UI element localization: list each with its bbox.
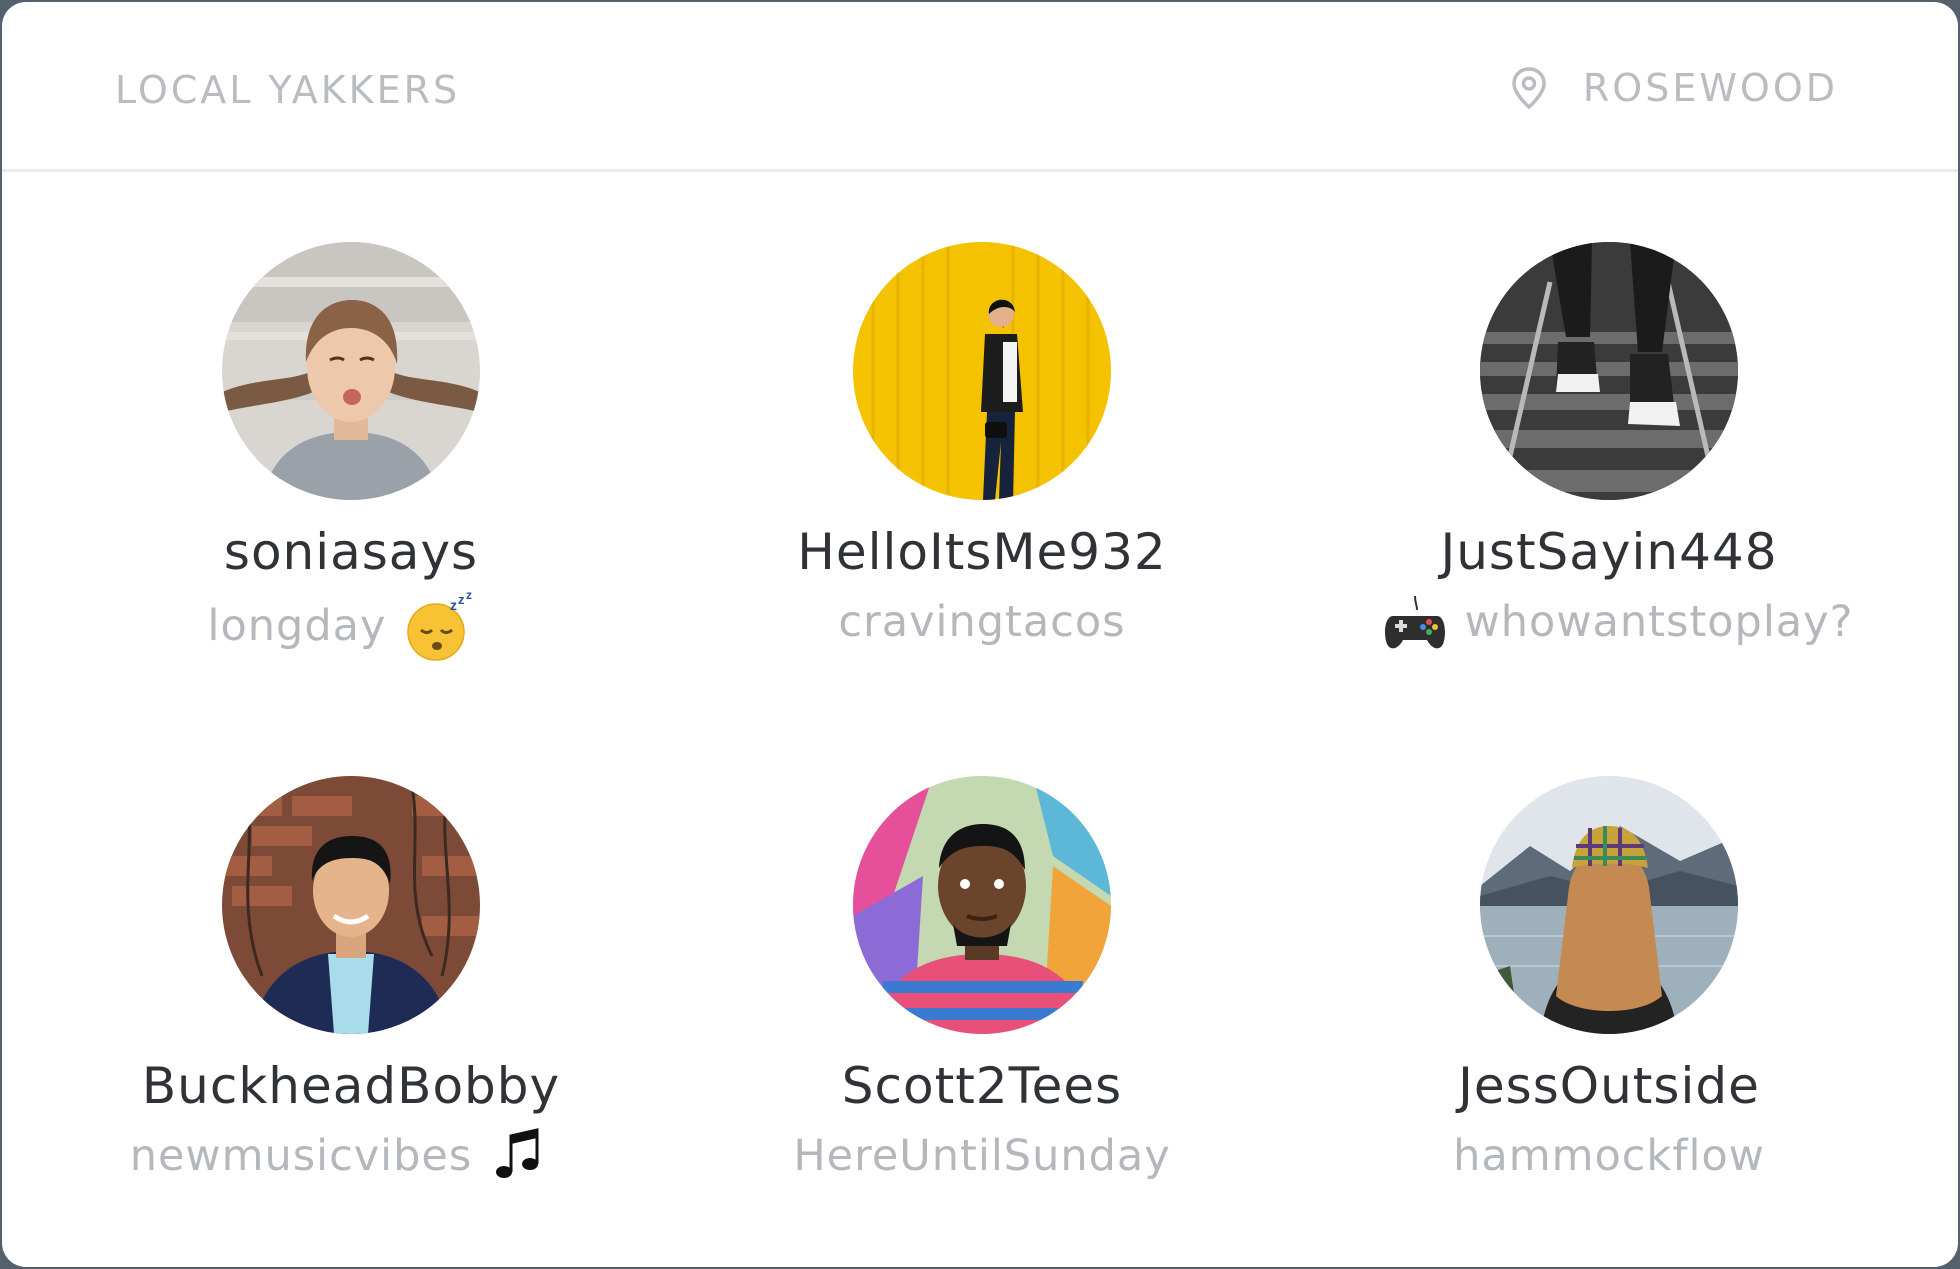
- username: soniasays: [223, 523, 479, 581]
- avatar: [222, 776, 480, 1034]
- status-text: longday: [207, 601, 387, 651]
- user-status: cravingtacos: [662, 590, 1302, 654]
- avatar: [1480, 242, 1738, 500]
- avatar: [853, 242, 1111, 500]
- user-status: longday z z z: [31, 590, 671, 662]
- svg-text:z: z: [458, 592, 466, 607]
- user-status: whowantstoplay?: [1289, 590, 1929, 654]
- username: JessOutside: [1458, 1057, 1760, 1115]
- avatar: [222, 242, 480, 500]
- user-status: newmusicvibes: [31, 1124, 671, 1188]
- avatar: [1480, 776, 1738, 1034]
- status-text: newmusicvibes: [129, 1131, 473, 1181]
- local-yakkers-card: LOCAL YAKKERS ROSEWOOD soniasays longday…: [2, 2, 1958, 1267]
- user-card[interactable]: BuckheadBobby newmusicvibes: [31, 776, 671, 1188]
- username: Scott2Tees: [841, 1057, 1123, 1115]
- svg-text:z: z: [466, 590, 473, 602]
- user-card[interactable]: JessOutside hammockflow: [1289, 776, 1929, 1188]
- avatar: [853, 776, 1111, 1034]
- game-controller-icon: [1384, 595, 1445, 649]
- user-card[interactable]: HelloItsMe932 cravingtacos: [662, 242, 1302, 654]
- status-text: whowantstoplay?: [1464, 597, 1854, 647]
- status-text: cravingtacos: [838, 597, 1126, 647]
- status-text: HereUntilSunday: [793, 1131, 1171, 1181]
- username: HelloItsMe932: [797, 523, 1167, 581]
- user-card[interactable]: JustSayin448 whowantstoplay?: [1289, 242, 1929, 654]
- user-card[interactable]: soniasays longday z z z: [31, 242, 671, 662]
- music-notes-icon: [496, 1128, 539, 1178]
- user-status: hammockflow: [1289, 1124, 1929, 1188]
- sleeping-face-icon: z z z: [407, 590, 473, 661]
- user-card[interactable]: Scott2Tees HereUntilSunday: [662, 776, 1302, 1188]
- svg-text:z: z: [450, 597, 458, 613]
- user-status: HereUntilSunday: [662, 1124, 1302, 1188]
- status-text: hammockflow: [1453, 1131, 1765, 1181]
- username: BuckheadBobby: [141, 1057, 561, 1115]
- username: JustSayin448: [1440, 523, 1778, 581]
- user-grid: soniasays longday z z z HelloItsMe932 cr…: [2, 2, 1958, 1267]
